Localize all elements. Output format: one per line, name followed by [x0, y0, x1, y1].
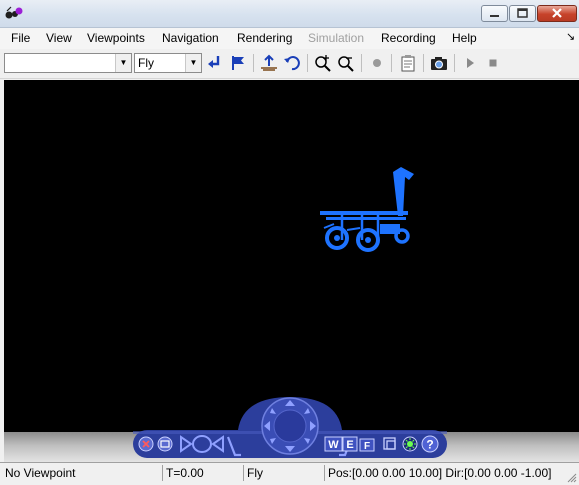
chevron-down-icon: ▼ [115, 54, 131, 72]
chevron-down-icon: ▼ [185, 54, 201, 72]
toolbar-separator [391, 54, 392, 72]
examine-button[interactable]: E [342, 436, 358, 452]
camera-icon[interactable] [430, 54, 448, 72]
status-position-direction: Pos:[0.00 0.00 10.00] Dir:[0.00 0.00 -1.… [324, 465, 566, 481]
toolbar-separator [307, 54, 308, 72]
examine-button-label: E [346, 439, 353, 451]
headlight-icon[interactable] [402, 436, 418, 452]
fly-button-label: F [364, 441, 370, 452]
app-logo-icon [5, 6, 23, 19]
toolbar-separator [454, 54, 455, 72]
navigation-mode-value: Fly [138, 56, 154, 70]
navigation-panel: W E F ? [133, 397, 447, 458]
3d-viewport[interactable] [4, 80, 579, 432]
navigation-mode-select[interactable]: Fly ▼ [134, 53, 202, 73]
status-navigation-mode: Fly [243, 465, 324, 481]
menu-help[interactable]: Help [452, 31, 477, 45]
return-to-viewpoint-icon[interactable] [206, 54, 224, 72]
minimize-icon [490, 15, 499, 17]
maximize-button[interactable] [509, 5, 536, 22]
menu-recording[interactable]: Recording [381, 31, 436, 45]
stop-icon[interactable] [484, 54, 502, 72]
straighten-up-icon[interactable] [260, 54, 278, 72]
menu-corner-arrow-icon[interactable]: ↘ [566, 30, 575, 43]
fly-button[interactable]: F [359, 438, 375, 452]
undo-move-icon[interactable] [283, 54, 301, 72]
status-viewpoint: No Viewpoint [5, 466, 76, 480]
clipboard-icon[interactable] [399, 54, 417, 72]
toolbar: ▼ Fly ▼ [0, 50, 579, 79]
walk-button-label: W [328, 439, 339, 451]
close-icon [552, 8, 562, 18]
help-button[interactable]: ? [421, 435, 439, 453]
record-icon[interactable] [368, 54, 386, 72]
vehicle-model [320, 167, 414, 252]
navigation-joystick[interactable] [261, 397, 319, 455]
menu-viewpoints[interactable]: Viewpoints [87, 31, 145, 45]
zoom-in-icon[interactable] [314, 54, 332, 72]
help-button-label: ? [426, 438, 433, 452]
status-bar: No Viewpoint T=0.00 Fly Pos:[0.00 0.00 1… [0, 462, 579, 485]
close-button[interactable] [537, 5, 577, 22]
viewpoint-select[interactable]: ▼ [4, 53, 132, 73]
zoom-out-icon[interactable] [337, 54, 355, 72]
toolbar-separator [423, 54, 424, 72]
menu-file[interactable]: File [11, 31, 30, 45]
toolbar-separator [253, 54, 254, 72]
toolbar-separator [361, 54, 362, 72]
exit-icon[interactable] [138, 436, 154, 452]
title-bar [0, 0, 579, 28]
menu-view[interactable]: View [46, 31, 72, 45]
minimize-button[interactable] [481, 5, 508, 22]
menu-bar: File View Viewpoints Navigation Renderin… [0, 28, 579, 49]
status-time: T=0.00 [162, 465, 243, 481]
play-icon[interactable] [461, 54, 479, 72]
maximize-icon [517, 8, 528, 18]
walk-button[interactable]: W [324, 436, 343, 452]
menu-navigation[interactable]: Navigation [162, 31, 219, 45]
resize-grip-icon[interactable] [567, 473, 577, 483]
menu-rendering[interactable]: Rendering [237, 31, 292, 45]
menu-simulation[interactable]: Simulation [308, 31, 364, 45]
create-viewpoint-flag-icon[interactable] [229, 54, 247, 72]
fit-view-icon[interactable] [157, 436, 173, 452]
